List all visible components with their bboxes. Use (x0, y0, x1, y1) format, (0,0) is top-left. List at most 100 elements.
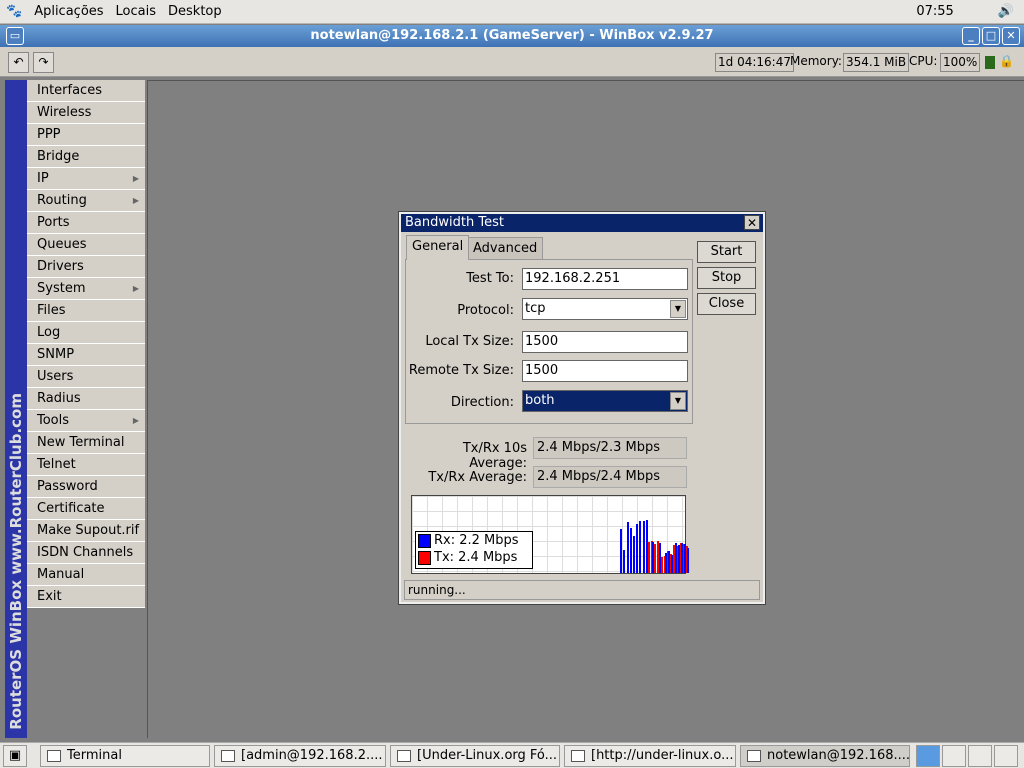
sidebar-item-label: ISDN Channels (37, 545, 134, 560)
clock[interactable]: 07:55 (916, 4, 953, 19)
direction-select[interactable]: both ▼ (522, 390, 688, 412)
protocol-select[interactable]: tcp ▼ (522, 298, 688, 320)
sidebar-item-label: Files (37, 303, 66, 318)
test-to-label: Test To: (466, 271, 514, 286)
dialog-titlebar: Bandwidth Test ✕ (401, 214, 763, 232)
rx-swatch (418, 533, 431, 548)
sidebar-item-snmp[interactable]: SNMP (27, 344, 145, 366)
close-window-button[interactable]: ✕ (1002, 27, 1020, 45)
menu-desktop[interactable]: Desktop (162, 4, 228, 19)
memory-label: Memory: (790, 54, 842, 68)
chevron-down-icon[interactable]: ▼ (670, 300, 686, 318)
rx-bar (633, 535, 635, 573)
sidebar-item-users[interactable]: Users (27, 366, 145, 388)
dialog-title: Bandwidth Test (405, 215, 504, 230)
avg10-value: 2.4 Mbps/2.3 Mbps (533, 437, 687, 459)
sidebar-item-label: Manual (37, 567, 85, 582)
volume-icon[interactable]: 🔊 (998, 4, 1014, 19)
sidebar-item-drivers[interactable]: Drivers (27, 256, 145, 278)
avg10-label: Tx/Rx 10s Average: (462, 441, 527, 471)
sidebar-item-label: Wireless (37, 105, 92, 120)
sidebar-item-label: Exit (37, 589, 62, 604)
tab-general[interactable]: General (406, 235, 470, 260)
taskbar-item[interactable]: [Under-Linux.org Fó... (390, 745, 560, 767)
sidebar-menu: Interfaces Wireless PPP Bridge IP ▶ Routing ▶ Po… (27, 80, 145, 608)
submenu-arrow-icon: ▶ (132, 174, 139, 183)
workspace-4[interactable] (994, 745, 1018, 767)
window-menu-icon[interactable]: ▭ (6, 27, 24, 45)
sidebar-item-ppp[interactable]: PPP (27, 124, 145, 146)
redo-button[interactable]: ↷ (33, 52, 54, 73)
sidebar-item-routing[interactable]: Routing ▶ (27, 190, 145, 212)
taskbar-item-label: Terminal (67, 748, 122, 763)
sidebar-item-wireless[interactable]: Wireless (27, 102, 145, 124)
tx-legend: Tx: 2.4 Mbps (434, 550, 518, 565)
dialog-close-icon[interactable]: ✕ (744, 215, 760, 230)
rx-bar (629, 527, 632, 573)
sidebar-item-certificate[interactable]: Certificate (27, 498, 145, 520)
taskbar-item[interactable]: [http://under-linux.o... (564, 745, 736, 767)
sidebar-item-label: Users (37, 369, 74, 384)
menu-applications[interactable]: Aplicações (28, 4, 109, 19)
sidebar-item-system[interactable]: System ▶ (27, 278, 145, 300)
sidebar-item-label: Make Supout.rif (37, 523, 140, 538)
menu-places[interactable]: Locais (110, 4, 162, 19)
window-icon (397, 750, 411, 762)
foot-icon[interactable]: 🐾 (0, 4, 28, 19)
sidebar-item-interfaces[interactable]: Interfaces (27, 80, 145, 102)
taskbar-item[interactable]: Terminal (40, 745, 210, 767)
brand-text: RouterOS WinBox www.RouterClub.com (7, 393, 25, 730)
sidebar-item-label: Interfaces (37, 83, 102, 98)
sidebar-item-label: System (37, 281, 86, 296)
taskbar-item[interactable]: notewlan@192.168.... (740, 745, 910, 767)
remote-tx-input[interactable]: 1500 (522, 360, 688, 382)
chevron-down-icon[interactable]: ▼ (670, 392, 686, 410)
sidebar-item-ports[interactable]: Ports (27, 212, 145, 234)
workspace-1[interactable] (916, 745, 940, 767)
undo-button[interactable]: ↶ (8, 52, 29, 73)
protocol-value: tcp (525, 301, 546, 316)
show-desktop-button[interactable]: ▣ (3, 745, 27, 767)
sidebar-item-label: Drivers (37, 259, 84, 274)
close-button[interactable]: Close (697, 293, 756, 315)
window-icon (221, 750, 235, 762)
sidebar-item-ip[interactable]: IP ▶ (27, 168, 145, 190)
taskbar-item[interactable]: [admin@192.168.2.... (214, 745, 386, 767)
submenu-arrow-icon: ▶ (132, 416, 139, 425)
rx-bar (639, 520, 642, 573)
sidebar-item-make-supout-rif[interactable]: Make Supout.rif (27, 520, 145, 542)
sidebar-item-new-terminal[interactable]: New Terminal (27, 432, 145, 454)
sidebar-item-label: Ports (37, 215, 70, 230)
test-to-input[interactable]: 192.168.2.251 (522, 268, 688, 290)
sidebar-item-label: Certificate (37, 501, 105, 516)
remote-tx-label: Remote Tx Size: (408, 363, 514, 378)
sidebar-item-log[interactable]: Log (27, 322, 145, 344)
workspace-2[interactable] (942, 745, 966, 767)
workspace-3[interactable] (968, 745, 992, 767)
sidebar-item-isdn-channels[interactable]: ISDN Channels (27, 542, 145, 564)
stop-button[interactable]: Stop (697, 267, 756, 289)
sidebar-item-radius[interactable]: Radius (27, 388, 145, 410)
sidebar-brand: RouterOS WinBox www.RouterClub.com (5, 80, 27, 738)
local-tx-input[interactable]: 1500 (522, 331, 688, 353)
sidebar-item-manual[interactable]: Manual (27, 564, 145, 586)
tab-advanced[interactable]: Advanced (467, 237, 544, 260)
sidebar-item-bridge[interactable]: Bridge (27, 146, 145, 168)
start-button[interactable]: Start (697, 241, 756, 263)
sidebar-item-exit[interactable]: Exit (27, 586, 145, 608)
tx-bar (660, 556, 663, 573)
sidebar-item-queues[interactable]: Queues (27, 234, 145, 256)
tx-bar (647, 541, 650, 573)
sidebar-item-label: Routing (37, 193, 87, 208)
sidebar-item-password[interactable]: Password (27, 476, 145, 498)
cpu-label: CPU: (909, 54, 938, 68)
maximize-button[interactable]: □ (982, 27, 1000, 45)
sidebar-item-files[interactable]: Files (27, 300, 145, 322)
sidebar-item-label: Password (37, 479, 98, 494)
cpu-value: 100% (940, 53, 981, 72)
sidebar-item-telnet[interactable]: Telnet (27, 454, 145, 476)
minimize-button[interactable]: _ (962, 27, 980, 45)
rx-bar (620, 528, 623, 573)
taskbar: ▣ Terminal [admin@192.168.2.... [Under-Lin… (0, 742, 1024, 768)
sidebar-item-tools[interactable]: Tools ▶ (27, 410, 145, 432)
